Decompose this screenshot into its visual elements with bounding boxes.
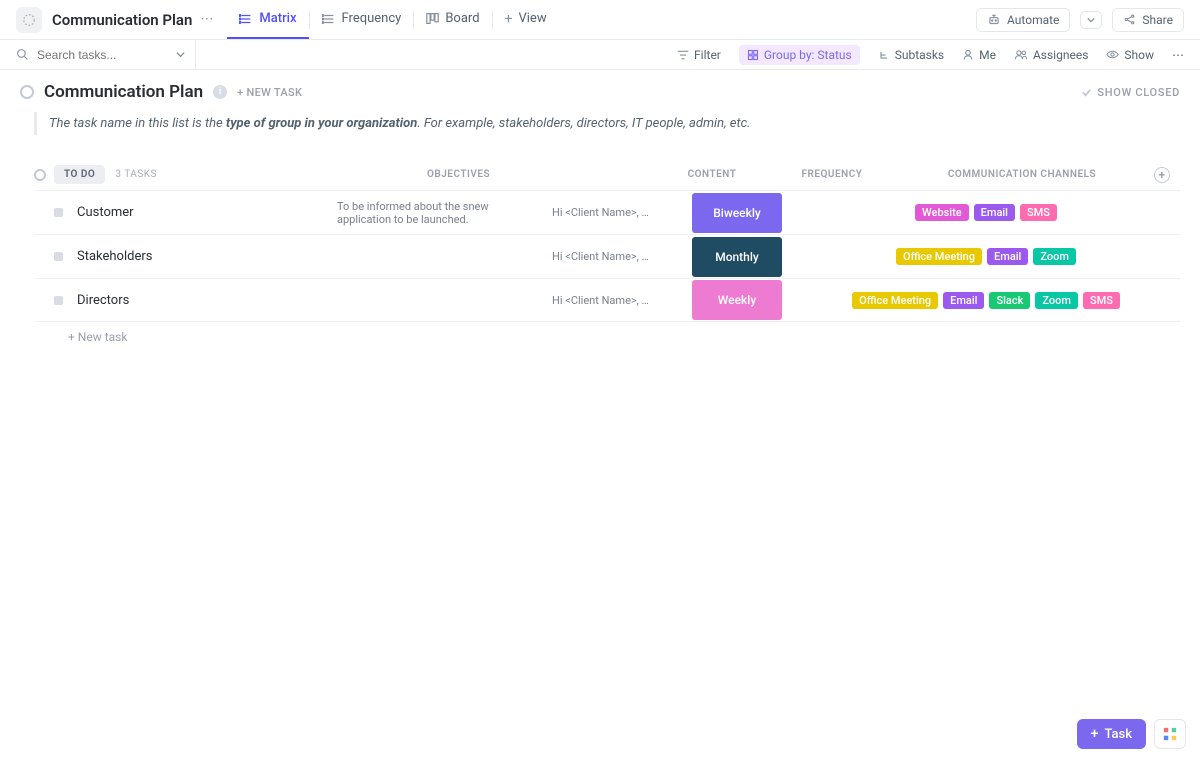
add-column-button[interactable]: + xyxy=(1154,167,1170,183)
tab-label: Board xyxy=(445,11,479,26)
plus-icon: + xyxy=(1091,726,1099,742)
new-task-bottom[interactable]: + New task xyxy=(68,330,1180,344)
section-title[interactable]: Communication Plan xyxy=(44,82,203,102)
status-group-label[interactable]: TO DO xyxy=(54,165,105,184)
status-square-icon[interactable] xyxy=(54,208,63,217)
share-icon xyxy=(1123,13,1136,26)
status-square-icon[interactable] xyxy=(54,252,63,261)
tab-label: Matrix xyxy=(259,11,296,26)
channel-tag[interactable]: Website xyxy=(915,204,969,221)
automate-label: Automate xyxy=(1007,13,1059,27)
col-objectives[interactable]: OBJECTIVES xyxy=(427,169,647,180)
info-icon[interactable]: i xyxy=(213,85,227,99)
collapse-icon[interactable] xyxy=(34,169,46,181)
channel-tag[interactable]: Slack xyxy=(989,292,1030,309)
tab-matrix[interactable]: Matrix xyxy=(227,0,308,39)
search-wrap xyxy=(16,40,196,69)
list-view-icon xyxy=(322,12,336,26)
plus-icon: + xyxy=(505,11,513,27)
fab-apps[interactable] xyxy=(1154,719,1186,749)
board-icon xyxy=(426,12,439,25)
task-name[interactable]: Stakeholders xyxy=(77,249,337,264)
subtasks-icon xyxy=(878,49,890,61)
view-tabs: Matrix Frequency Board + View xyxy=(227,0,558,39)
channel-tag[interactable]: SMS xyxy=(1020,204,1057,221)
tab-add-view[interactable]: + View xyxy=(493,0,559,39)
channel-tag[interactable]: Zoom xyxy=(1035,292,1078,309)
cell-content[interactable]: Hi <Client Name>, … xyxy=(552,294,682,307)
status-square-icon[interactable] xyxy=(54,296,63,305)
task-row[interactable]: Directors Hi <Client Name>, … Weekly Off… xyxy=(34,278,1180,322)
cell-content[interactable]: Hi <Client Name>, … xyxy=(552,206,682,219)
automate-dropdown[interactable] xyxy=(1080,11,1102,29)
tab-label: Frequency xyxy=(342,11,402,26)
description: The task name in this list is the type o… xyxy=(34,112,1180,135)
cell-content[interactable]: Hi <Client Name>, … xyxy=(552,250,682,263)
more-icon[interactable]: ⋯ xyxy=(200,12,213,27)
section-header: Communication Plan i + NEW TASK SHOW CLO… xyxy=(20,82,1180,102)
apps-icon xyxy=(1163,727,1177,741)
cell-objectives[interactable]: To be informed about the snew applicatio… xyxy=(337,200,552,226)
show-button[interactable]: Show xyxy=(1106,48,1154,62)
eye-icon xyxy=(1106,48,1119,61)
show-closed-button[interactable]: SHOW CLOSED xyxy=(1081,86,1180,99)
cell-frequency[interactable]: Monthly xyxy=(692,237,782,277)
task-count: 3 TASKS xyxy=(115,169,157,180)
content-area: Communication Plan i + NEW TASK SHOW CLO… xyxy=(0,70,1200,344)
toolbar: Filter Group by: Status Subtasks Me Assi… xyxy=(0,40,1200,70)
check-icon xyxy=(1081,87,1092,98)
channel-tag[interactable]: Email xyxy=(974,204,1015,221)
task-name[interactable]: Customer xyxy=(77,205,337,220)
column-headers: TO DO 3 TASKS OBJECTIVES CONTENT FREQUEN… xyxy=(34,165,1180,184)
channel-tag[interactable]: Email xyxy=(987,248,1028,265)
cell-frequency[interactable]: Weekly xyxy=(692,280,782,320)
list-icon xyxy=(16,7,42,33)
cell-channels[interactable]: Office Meeting Email Zoom xyxy=(792,248,1180,265)
search-input[interactable] xyxy=(37,48,137,62)
assignees-button[interactable]: Assignees xyxy=(1014,48,1088,62)
search-icon xyxy=(16,48,29,61)
group-icon xyxy=(747,49,759,61)
tab-board[interactable]: Board xyxy=(414,0,491,39)
top-bar: Communication Plan ⋯ Matrix Frequency Bo… xyxy=(0,0,1200,40)
chevron-down-icon xyxy=(1087,16,1095,24)
tab-label: View xyxy=(518,11,546,26)
share-label: Share xyxy=(1142,13,1173,27)
cell-frequency[interactable]: Biweekly xyxy=(692,193,782,233)
tab-frequency[interactable]: Frequency xyxy=(310,0,414,39)
task-row[interactable]: Customer To be informed about the snew a… xyxy=(34,190,1180,234)
subtasks-button[interactable]: Subtasks xyxy=(878,48,944,62)
filter-button[interactable]: Filter xyxy=(677,48,721,62)
fab-wrap: + Task xyxy=(1077,719,1186,749)
task-table: TO DO 3 TASKS OBJECTIVES CONTENT FREQUEN… xyxy=(34,165,1180,344)
cell-channels[interactable]: Office Meeting Email Slack Zoom SMS xyxy=(792,292,1180,309)
status-circle-icon[interactable] xyxy=(20,85,34,99)
cell-channels[interactable]: Website Email SMS xyxy=(792,204,1180,221)
users-icon xyxy=(1014,49,1028,61)
group-by-button[interactable]: Group by: Status xyxy=(739,45,860,65)
filter-icon xyxy=(677,49,689,61)
search-dropdown[interactable] xyxy=(176,50,185,59)
col-frequency[interactable]: FREQUENCY xyxy=(777,169,887,180)
col-channels[interactable]: COMMUNICATION CHANNELS xyxy=(907,169,1137,180)
automate-button[interactable]: Automate xyxy=(976,8,1070,32)
robot-icon xyxy=(987,13,1001,27)
me-button[interactable]: Me xyxy=(962,48,996,62)
share-button[interactable]: Share xyxy=(1112,8,1184,32)
channel-tag[interactable]: SMS xyxy=(1083,292,1120,309)
user-icon xyxy=(962,49,974,61)
col-content[interactable]: CONTENT xyxy=(647,169,777,180)
task-row[interactable]: Stakeholders Hi <Client Name>, … Monthly… xyxy=(34,234,1180,278)
channel-tag[interactable]: Email xyxy=(943,292,984,309)
channel-tag[interactable]: Zoom xyxy=(1033,248,1076,265)
list-view-icon xyxy=(239,12,253,26)
more-icon[interactable]: ⋯ xyxy=(1172,48,1184,62)
channel-tag[interactable]: Office Meeting xyxy=(852,292,938,309)
channel-tag[interactable]: Office Meeting xyxy=(896,248,982,265)
chevron-down-icon xyxy=(176,50,185,59)
new-task-button[interactable]: + NEW TASK xyxy=(237,86,302,99)
fab-new-task[interactable]: + Task xyxy=(1077,719,1146,749)
page-title[interactable]: Communication Plan xyxy=(52,11,192,29)
task-name[interactable]: Directors xyxy=(77,293,337,308)
